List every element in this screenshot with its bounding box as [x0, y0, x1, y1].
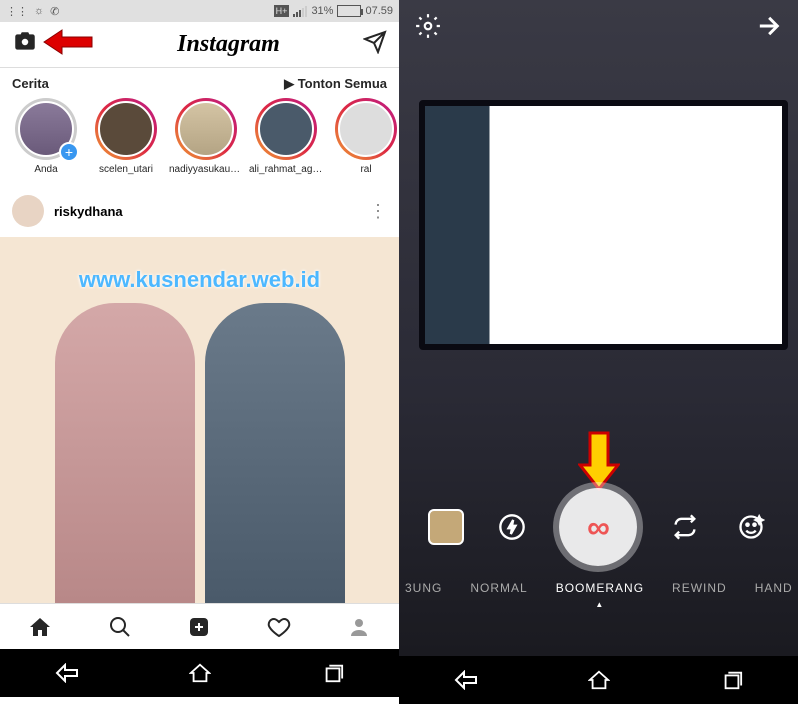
back-button[interactable] [0, 649, 133, 697]
home-tab[interactable] [0, 604, 80, 649]
camera-mode-strip[interactable]: 3UNG NORMAL BOOMERANG REWIND HAND [399, 568, 798, 608]
mode-item[interactable]: REWIND [672, 581, 727, 595]
tutorial-arrow-down [578, 431, 620, 496]
stories-row[interactable]: + Anda scelen_utari nadiyyasukaungu ali_… [0, 98, 399, 185]
network-type: H+ [274, 5, 290, 17]
add-story-icon[interactable]: + [59, 142, 79, 162]
stories-label: Cerita [12, 76, 49, 92]
camera-icon[interactable] [12, 29, 38, 60]
monitor-in-viewfinder [419, 100, 788, 350]
settings-icon[interactable] [415, 13, 441, 44]
story-item[interactable]: nadiyyasukaungu [166, 98, 246, 175]
boomerang-icon: ∞ [587, 509, 610, 546]
instagram-logo: Instagram [177, 31, 280, 58]
direct-message-icon[interactable] [363, 30, 387, 59]
post-avatar[interactable] [12, 195, 44, 227]
android-status-bar: ⋮⋮ ☼ ✆ H+ 31% 07.59 [0, 0, 399, 22]
face-filter-icon[interactable] [733, 509, 769, 545]
mode-item[interactable]: HAND [755, 581, 793, 595]
home-button[interactable] [133, 649, 266, 697]
new-post-tab[interactable] [160, 604, 240, 649]
battery-pct: 31% [311, 5, 333, 17]
tutorial-arrow-left [42, 27, 94, 62]
story-own[interactable]: + Anda [6, 98, 86, 175]
mode-item[interactable]: NORMAL [470, 581, 527, 595]
mode-item-active[interactable]: BOOMERANG [556, 581, 644, 595]
post-header: riskydhana ⋮ [0, 185, 399, 237]
gallery-thumbnail[interactable] [428, 509, 464, 545]
shutter-button[interactable]: ∞ [559, 488, 637, 566]
search-tab[interactable] [80, 604, 160, 649]
profile-tab[interactable] [319, 604, 399, 649]
clock: 07.59 [365, 5, 393, 17]
flash-icon[interactable] [494, 509, 530, 545]
story-item[interactable]: ral [326, 98, 399, 175]
watch-all-link[interactable]: ▶ Tonton Semua [284, 76, 387, 92]
back-button[interactable] [399, 656, 532, 704]
story-item[interactable]: scelen_utari [86, 98, 166, 175]
post-username[interactable]: riskydhana [54, 204, 359, 219]
signal-icon [293, 5, 307, 17]
battery-icon [337, 5, 361, 17]
home-button[interactable] [532, 656, 665, 704]
android-nav-bar [399, 656, 798, 704]
post-menu-icon[interactable]: ⋮ [369, 201, 387, 222]
instagram-header: Instagram [0, 22, 399, 68]
android-nav-bar [0, 649, 399, 697]
switch-camera-icon[interactable] [667, 509, 703, 545]
activity-tab[interactable] [239, 604, 319, 649]
sun-icon: ☼ [34, 5, 44, 17]
recents-button[interactable] [665, 656, 798, 704]
post-image[interactable]: www.kusnendar.web.id [0, 237, 399, 603]
whatsapp-icon: ✆ [50, 5, 59, 18]
bottom-nav [0, 603, 399, 649]
bbm-icon: ⋮⋮ [6, 5, 28, 18]
forward-arrow-icon[interactable] [754, 12, 782, 45]
recents-button[interactable] [266, 649, 399, 697]
watermark: www.kusnendar.web.id [79, 267, 320, 293]
story-item[interactable]: ali_rahmat_agr... [246, 98, 326, 175]
camera-viewfinder: ∞ 3UNG NORMAL BOOMERANG REWIND HAND [399, 0, 798, 656]
mode-item[interactable]: 3UNG [405, 581, 442, 595]
